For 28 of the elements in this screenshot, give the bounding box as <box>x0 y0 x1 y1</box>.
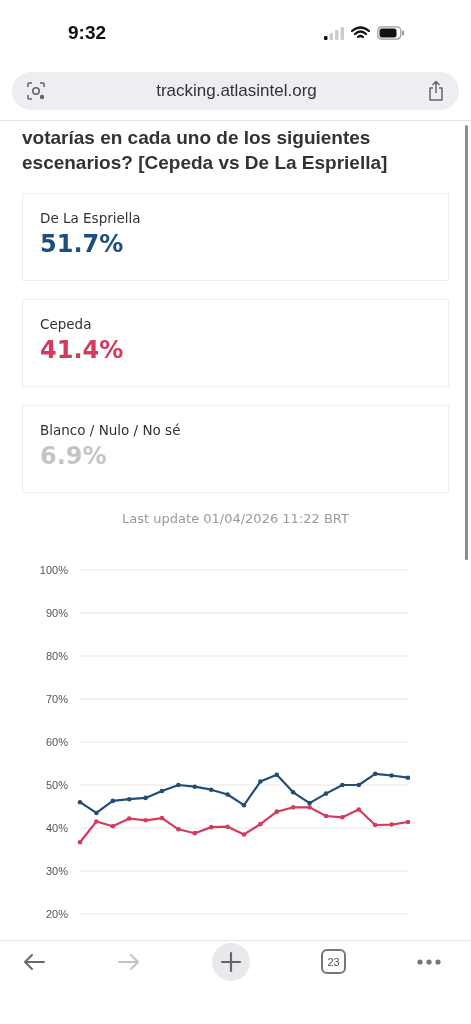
address-bar[interactable]: tracking.atlasintel.org <box>12 72 459 110</box>
vote-percentage: 51.7% <box>40 230 125 258</box>
more-icon[interactable] <box>417 958 441 965</box>
tab-count-button[interactable]: 23 <box>321 949 346 974</box>
vote-percentage: 41.4% <box>40 336 125 364</box>
share-icon[interactable] <box>427 80 445 102</box>
signal-icon <box>324 26 344 40</box>
wifi-icon <box>351 26 370 40</box>
vote-percentage: 6.9% <box>40 442 108 470</box>
candidate-name: De La Espriella <box>40 210 142 226</box>
y-axis-label: 20% <box>45 908 68 918</box>
candidate-name: Cepeda <box>40 316 93 332</box>
y-axis-label: 40% <box>45 822 68 834</box>
status-time: 9:32 <box>68 22 107 44</box>
question-text: votarías en cada uno de los siguientes escenarios? [Cepeda vs De La Espriella] <box>22 126 389 175</box>
battery-icon <box>377 26 405 40</box>
candidate-name: Blanco / Nulo / No sé <box>40 422 182 438</box>
y-axis-label: 90% <box>45 607 68 619</box>
back-arrow-icon[interactable] <box>22 951 46 972</box>
last-update-text: Last update 01/04/2026 11:22 BRT <box>121 511 350 526</box>
y-axis-label: 80% <box>45 650 68 662</box>
y-axis-label: 50% <box>45 779 68 791</box>
y-axis-label: 60% <box>45 736 68 748</box>
new-tab-button[interactable] <box>212 942 250 981</box>
camera-search-icon[interactable] <box>26 81 46 101</box>
y-axis-label: 70% <box>45 693 68 705</box>
y-axis-label: 30% <box>45 865 68 877</box>
y-axis-label: 100% <box>39 564 68 576</box>
